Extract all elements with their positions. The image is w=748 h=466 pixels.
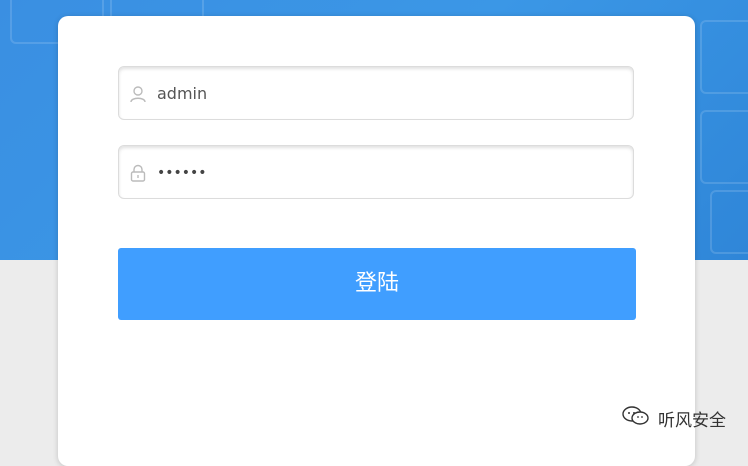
watermark-text: 听风安全: [658, 410, 726, 431]
username-input[interactable]: admin: [157, 67, 207, 121]
wechat-icon: [622, 405, 650, 432]
watermark: 听风安全: [622, 405, 726, 431]
lock-icon: [129, 164, 147, 182]
user-icon: [129, 85, 147, 103]
password-field[interactable]: ••••••: [118, 145, 634, 199]
password-input[interactable]: ••••••: [157, 146, 207, 200]
login-card: admin •••••• 登陆: [58, 16, 695, 466]
username-field[interactable]: admin: [118, 66, 634, 120]
login-button[interactable]: 登陆: [118, 248, 636, 320]
